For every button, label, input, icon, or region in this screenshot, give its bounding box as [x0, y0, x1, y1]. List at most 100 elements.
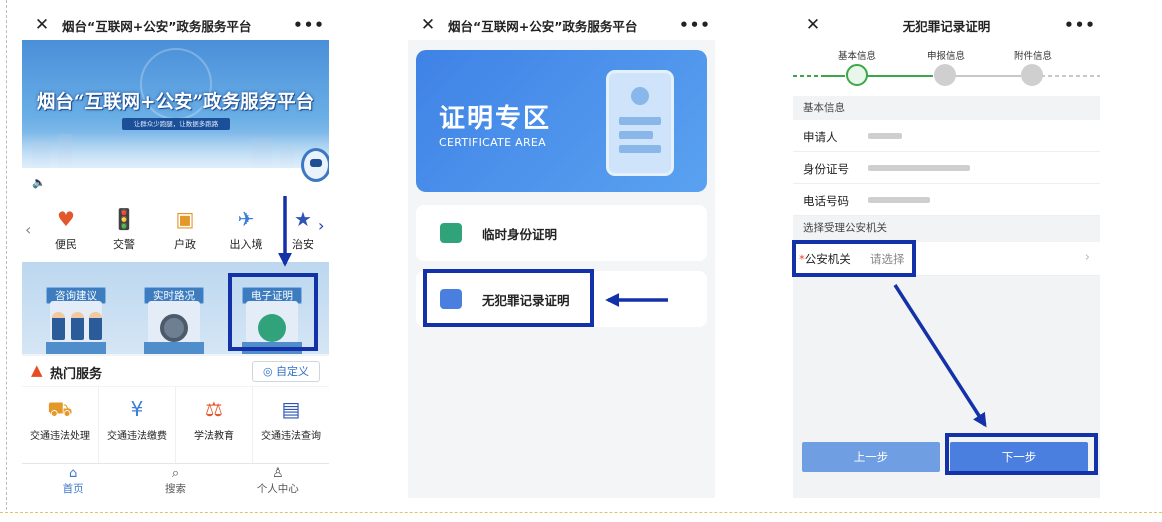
category-item[interactable]: ♥ 便民 [38, 206, 94, 252]
category-label: 户政 [174, 238, 196, 251]
step-label: 基本信息 [837, 51, 876, 62]
close-icon[interactable]: ✕ [408, 15, 448, 35]
hot-services-header: ▲ 热门服务 ◎ 自定义 [22, 356, 329, 386]
banner-title: 证明专区 [439, 104, 552, 134]
speaker-icon: 🔈 [32, 176, 46, 189]
prev-step-button[interactable]: 上一步 [802, 442, 940, 472]
step-track [867, 75, 933, 77]
desk-graphic [144, 342, 204, 354]
camera-icon [160, 314, 188, 342]
staff-graphic [52, 312, 102, 340]
certificate-banner: 证明专区 CERTIFICATE AREA [416, 50, 707, 192]
tile-label: 交通违法缴费 [107, 431, 167, 442]
tile-violation-pay[interactable]: ¥ 交通违法缴费 [99, 387, 176, 463]
category-item[interactable]: ▣ 户政 [157, 206, 213, 252]
page-title: 无犯罪记录证明 [902, 18, 991, 34]
category-label: 交警 [113, 238, 135, 251]
field-label: 电话号码 [803, 194, 849, 208]
item-temporary-id[interactable]: 临时身份证明 [416, 205, 707, 261]
car-hand-icon: ⛟ [47, 397, 73, 421]
left-border [6, 0, 7, 510]
close-icon[interactable]: ✕ [793, 15, 833, 35]
step-pending-icon [1021, 64, 1043, 86]
phone-illustration-icon [606, 70, 674, 176]
household-register-icon: ▣ [175, 207, 195, 231]
top-bar: ✕ 无犯罪记录证明 ••• [793, 10, 1100, 40]
step-track [1041, 75, 1100, 77]
top-bar: ✕ 烟台“互联网+公安”政务服务平台 ••• [22, 10, 329, 40]
car-payment-icon: ¥ [130, 397, 144, 421]
tab-search[interactable]: ⌕ 搜索 [124, 464, 226, 498]
step-pending-icon [934, 64, 956, 86]
tab-label: 首页 [62, 483, 84, 495]
assistant-robot-icon[interactable] [301, 148, 329, 182]
field-id-number: 身份证号 [793, 152, 1100, 184]
service-consult[interactable]: 咨询建议 [46, 284, 106, 354]
notice-bar[interactable]: 🔈 [22, 168, 329, 198]
search-icon: ⌕ [171, 466, 180, 481]
customize-label: 自定义 [276, 365, 310, 378]
redacted-value [868, 133, 902, 139]
tab-label: 个人中心 [256, 483, 299, 495]
chevron-right-icon[interactable]: › [318, 216, 324, 235]
section-header: 选择受理公安机关 [793, 216, 1100, 240]
desk-graphic [46, 342, 106, 354]
highlight-box [423, 269, 594, 327]
tab-profile[interactable]: ♙ 个人中心 [227, 464, 329, 498]
item-label: 临时身份证明 [482, 227, 558, 242]
field-label: 身份证号 [803, 162, 849, 176]
more-icon[interactable]: ••• [289, 16, 329, 34]
page-title: 烟台“互联网+公安”政务服务平台 [448, 18, 638, 34]
highlight-box [228, 273, 318, 351]
tab-label: 搜索 [164, 483, 186, 495]
highlight-box [792, 240, 916, 277]
user-icon: ♙ [271, 466, 284, 481]
tile-law-education[interactable]: ⚖ 学法教育 [176, 387, 253, 463]
tile-label: 交通违法处理 [30, 431, 90, 442]
step-indicator: 基本信息 申报信息 附件信息 [793, 40, 1100, 96]
home-icon: ⌂ [69, 466, 78, 481]
top-bar: ✕ 烟台“互联网+公安”政务服务平台 ••• [408, 10, 715, 40]
city-skyline [22, 132, 329, 168]
tile-violation-query[interactable]: ▤ 交通违法查询 [253, 387, 329, 463]
category-row: ‹ ♥ 便民 🚦 交警 ▣ 户政 ✈ 出入境 ★ 治安 › [22, 198, 329, 262]
step-track [953, 75, 1021, 77]
customize-button[interactable]: ◎ 自定义 [252, 361, 320, 382]
category-label: 便民 [55, 238, 77, 251]
heart-shield-icon: ♥ [57, 207, 75, 231]
panel-certificate-area: ✕ 烟台“互联网+公安”政务服务平台 ••• 证明专区 CERTIFICATE … [408, 10, 715, 498]
more-icon[interactable]: ••• [1060, 16, 1100, 34]
bottom-border [0, 512, 1162, 513]
redacted-value [868, 197, 930, 203]
tile-label: 学法教育 [194, 431, 234, 442]
service-traffic[interactable]: 实时路况 [144, 284, 204, 354]
panel-home: ✕ 烟台“互联网+公安”政务服务平台 ••• 烟台“互联网+公安”政务服务平台 … [22, 10, 329, 498]
chevron-left-icon[interactable]: ‹ [25, 220, 31, 239]
category-label: 治安 [292, 238, 314, 251]
page-title: 烟台“互联网+公安”政务服务平台 [62, 18, 252, 34]
tile-violation-handle[interactable]: ⛟ 交通违法处理 [22, 387, 99, 463]
category-label: 出入境 [229, 238, 263, 251]
id-card-icon [440, 223, 462, 243]
close-icon[interactable]: ✕ [22, 15, 62, 35]
field-phone: 电话号码 [793, 184, 1100, 216]
step-track [823, 75, 845, 77]
category-item[interactable]: ✈ 出入境 [218, 206, 274, 252]
step-active-icon [846, 64, 868, 86]
category-item[interactable]: 🚦 交警 [96, 206, 152, 252]
chevron-right-icon: › [1084, 250, 1090, 265]
tile-label: 交通违法查询 [261, 431, 321, 442]
redacted-value [868, 165, 970, 171]
field-applicant: 申请人 [793, 120, 1100, 152]
step-label: 附件信息 [1013, 51, 1052, 62]
document-search-icon: ▤ [281, 397, 301, 421]
more-icon[interactable]: ••• [675, 16, 715, 34]
traffic-light-icon: 🚦 [111, 207, 137, 231]
banner-subtitle: 让群众少跑腿，让数据多跑路 [122, 118, 230, 130]
field-label: 申请人 [803, 130, 838, 144]
banner-title: 烟台“互联网+公安”政务服务平台 [36, 92, 315, 113]
tab-home[interactable]: ⌂ 首页 [22, 464, 124, 498]
scales-icon: ⚖ [205, 397, 223, 421]
section-header: 基本信息 [793, 96, 1100, 120]
hot-services-grid: ⛟ 交通违法处理 ¥ 交通违法缴费 ⚖ 学法教育 ▤ 交通违法查询 [22, 387, 329, 463]
